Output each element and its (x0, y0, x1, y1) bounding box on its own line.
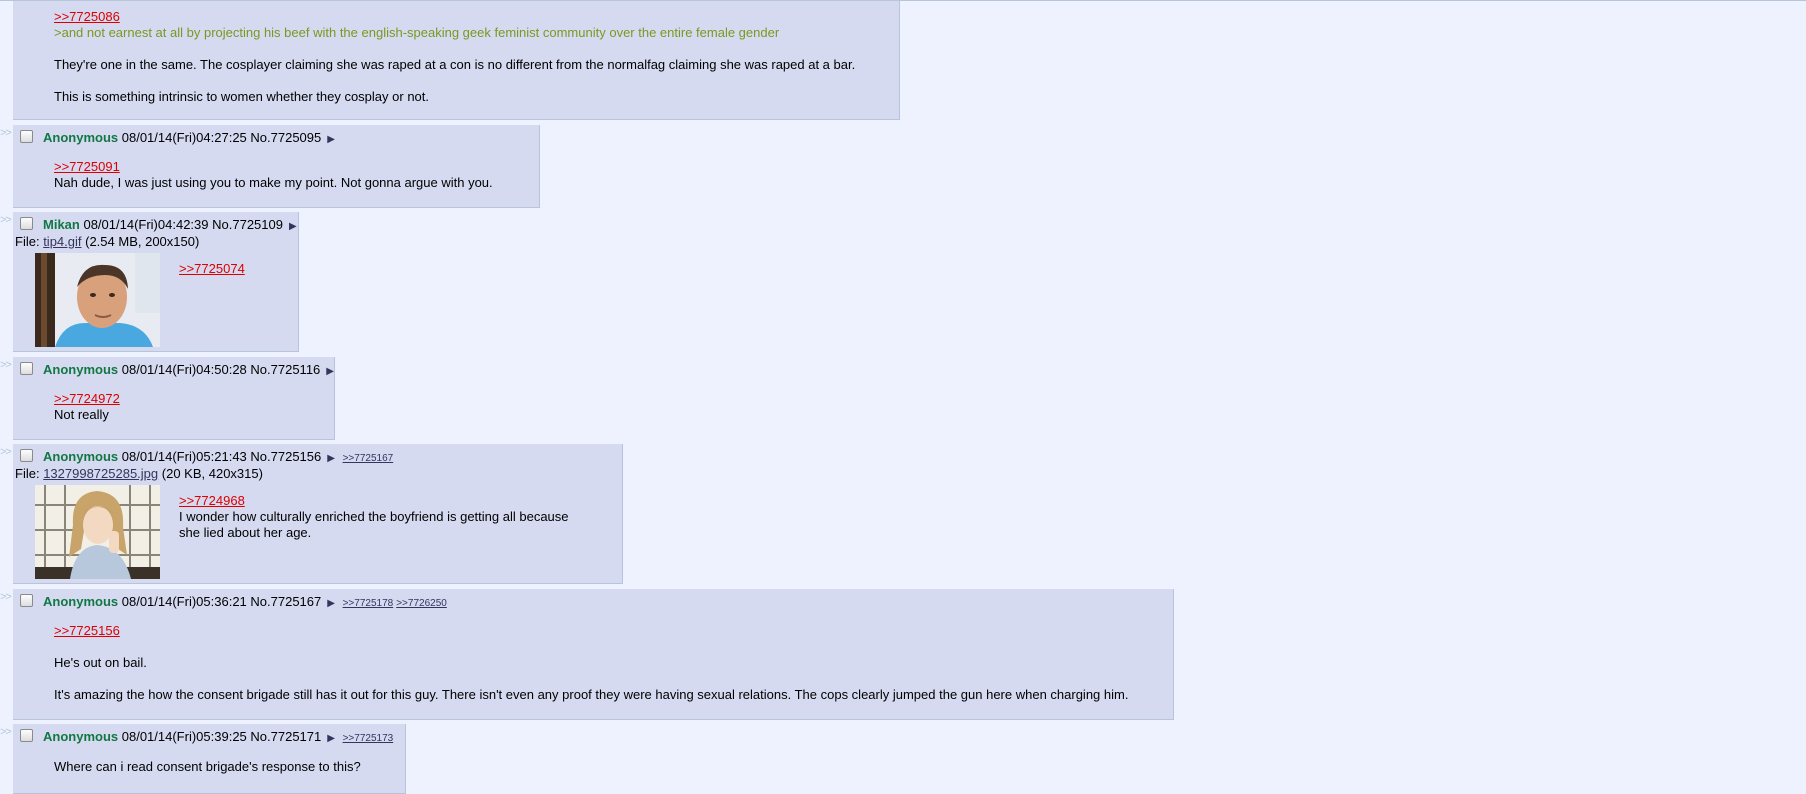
message-line: Not really (54, 407, 109, 422)
file-info: File: tip4.gif (2.54 MB, 200x150) (15, 234, 199, 249)
reply-post: Anonymous 08/01/14(Fri)05:36:21 No.77251… (13, 589, 1174, 720)
post-number[interactable]: No.7725109 (212, 217, 283, 232)
post-checkbox[interactable] (20, 130, 33, 143)
reply-post: Anonymous 08/01/14(Fri)04:27:25 No.77250… (13, 125, 540, 208)
post-menu-arrow-icon[interactable]: ▶ (327, 453, 335, 464)
post-number[interactable]: No.7725156 (250, 449, 321, 464)
file-link[interactable]: tip4.gif (43, 234, 81, 249)
reply-post: >>7725086 >and not earnest at all by pro… (13, 1, 900, 120)
message-line: They're one in the same. The cosplayer c… (54, 57, 856, 72)
backlink[interactable]: >>7726250 (396, 598, 447, 609)
post-thumbnail[interactable] (35, 485, 160, 579)
reply-post: Anonymous 08/01/14(Fri)04:50:28 No.77251… (13, 357, 335, 440)
post-info: Anonymous 08/01/14(Fri)05:21:43 No.77251… (20, 449, 393, 464)
post-number[interactable]: No.7725095 (250, 130, 321, 145)
sideArrows: >> (0, 127, 12, 139)
post-datetime: 08/01/14(Fri)05:21:43 (121, 449, 247, 464)
post-datetime: 08/01/14(Fri)04:50:28 (121, 362, 247, 377)
file-label: File: (15, 466, 40, 481)
post-info: Anonymous 08/01/14(Fri)05:39:25 No.77251… (20, 729, 393, 744)
sideArrows: >> (0, 446, 12, 458)
poster-name: Anonymous (43, 729, 119, 744)
post-datetime: 08/01/14(Fri)04:42:39 (83, 217, 209, 232)
backlink[interactable]: >>7725178 (343, 598, 394, 609)
post-number[interactable]: No.7725171 (250, 729, 321, 744)
reply-post: Anonymous 08/01/14(Fri)05:21:43 No.77251… (13, 444, 623, 584)
post-menu-arrow-icon[interactable]: ▶ (327, 134, 335, 145)
quote-link[interactable]: >>7725156 (54, 623, 1128, 639)
post-thumbnail[interactable] (35, 253, 160, 347)
post-checkbox[interactable] (20, 449, 33, 462)
poster-name: Anonymous (43, 362, 119, 377)
post-menu-arrow-icon[interactable]: ▶ (326, 366, 334, 377)
post-message: >>7725091 Nah dude, I was just using you… (54, 159, 493, 191)
post-message: >>7724968 I wonder how culturally enrich… (179, 493, 569, 541)
greentext-line: >and not earnest at all by projecting hi… (54, 25, 780, 40)
post-number[interactable]: No.7725116 (250, 362, 320, 377)
post-datetime: 08/01/14(Fri)05:36:21 (121, 594, 247, 609)
poster-name: Anonymous (43, 594, 119, 609)
message-line: she lied about her age. (179, 525, 312, 540)
sideArrows: >> (0, 726, 12, 738)
sideArrows: >> (0, 214, 12, 226)
post-menu-arrow-icon[interactable]: ▶ (327, 733, 335, 744)
post-message: >>7725086 >and not earnest at all by pro… (54, 9, 855, 105)
quote-link[interactable]: >>7725074 (179, 261, 245, 277)
message-line: Where can i read consent brigade's respo… (54, 759, 361, 774)
message-line: It's amazing the how the consent brigade… (54, 687, 1129, 702)
message-line: I wonder how culturally enriched the boy… (179, 509, 569, 524)
poster-name: Anonymous (43, 130, 119, 145)
message-line: Nah dude, I was just using you to make m… (54, 175, 493, 190)
post-checkbox[interactable] (20, 729, 33, 742)
post-message: >>7725074 (179, 261, 245, 277)
post-info: Anonymous 08/01/14(Fri)04:50:28 No.77251… (20, 362, 334, 377)
post-checkbox[interactable] (20, 594, 33, 607)
poster-name: Mikan (43, 217, 80, 232)
reply-post: Anonymous 08/01/14(Fri)05:39:25 No.77251… (13, 724, 406, 794)
post-datetime: 08/01/14(Fri)04:27:25 (121, 130, 247, 145)
message-line: He's out on bail. (54, 655, 147, 670)
quote-link[interactable]: >>7725086 (54, 9, 855, 25)
sideArrows: >> (0, 591, 12, 603)
backlink[interactable]: >>7725167 (343, 453, 394, 464)
post-info: Anonymous 08/01/14(Fri)04:27:25 No.77250… (20, 130, 335, 145)
file-label: File: (15, 234, 40, 249)
post-checkbox[interactable] (20, 362, 33, 375)
message-line: This is something intrinsic to women whe… (54, 89, 430, 104)
post-info: Anonymous 08/01/14(Fri)05:36:21 No.77251… (20, 594, 447, 609)
post-menu-arrow-icon[interactable]: ▶ (289, 221, 297, 232)
file-meta: (2.54 MB, 200x150) (85, 234, 200, 249)
reply-post: Mikan 08/01/14(Fri)04:42:39 No.7725109 ▶ … (13, 212, 299, 352)
backlink[interactable]: >>7725173 (343, 733, 394, 744)
post-menu-arrow-icon[interactable]: ▶ (327, 598, 335, 609)
quote-link[interactable]: >>7724972 (54, 391, 120, 407)
quote-link[interactable]: >>7724968 (179, 493, 569, 509)
post-info: Mikan 08/01/14(Fri)04:42:39 No.7725109 ▶ (20, 217, 297, 232)
post-checkbox[interactable] (20, 217, 33, 230)
thumbnail-image (35, 485, 160, 579)
file-meta: (20 KB, 420x315) (161, 466, 263, 481)
sideArrows: >> (0, 359, 12, 371)
post-datetime: 08/01/14(Fri)05:39:25 (121, 729, 247, 744)
post-number[interactable]: No.7725167 (250, 594, 321, 609)
post-message: Where can i read consent brigade's respo… (54, 759, 361, 775)
quote-link[interactable]: >>7725091 (54, 159, 493, 175)
file-link[interactable]: 1327998725285.jpg (43, 466, 158, 481)
file-info: File: 1327998725285.jpg (20 KB, 420x315) (15, 466, 263, 481)
thumbnail-image (35, 253, 160, 347)
post-message: >>7725156 He's out on bail. It's amazing… (54, 623, 1128, 703)
post-message: >>7724972 Not really (54, 391, 120, 423)
poster-name: Anonymous (43, 449, 119, 464)
